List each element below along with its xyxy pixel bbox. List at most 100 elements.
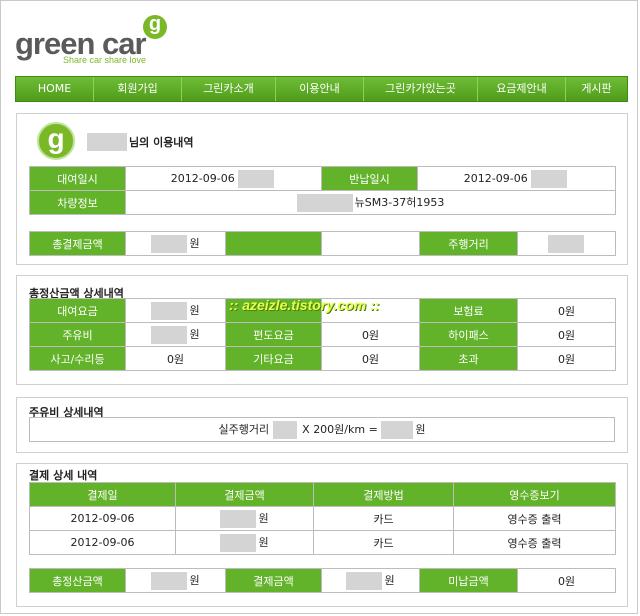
masked-car-model — [296, 193, 353, 212]
nav-signup[interactable]: 회원가입 — [94, 77, 182, 101]
distance-label: 주행거리 — [419, 231, 518, 256]
nav-board[interactable]: 게시판 — [566, 77, 627, 101]
col-header-date: 결제일 — [29, 482, 176, 507]
page-frame: green car g Share car share love HOME 회원… — [0, 0, 638, 614]
hipass-value: 0원 — [517, 322, 616, 347]
settlement-section: 총정산금액 상세내역 대여요금 원 보험료 0원 주유비 원 편도요금 0원 하… — [16, 275, 628, 385]
nav-about[interactable]: 그린카소개 — [182, 77, 276, 101]
fuel-fee-value: 원 — [189, 327, 200, 341]
fuel-unit: 원 — [415, 422, 426, 436]
accident-repair-value: 0원 — [125, 346, 226, 371]
distance-cell — [517, 231, 616, 256]
payment-amount-cell: 원 — [175, 506, 314, 531]
receipt-print-link[interactable]: 영수증 출력 — [453, 506, 616, 531]
total-payment-unit: 원 — [189, 236, 200, 250]
rent-date-label: 대여일시 — [29, 166, 126, 191]
blank-cell — [321, 231, 420, 256]
other-fee-value: 0원 — [321, 346, 420, 371]
settle-total-label: 총정산금액 — [29, 568, 126, 593]
rent-date-value: 2012-09-06 — [170, 171, 235, 185]
paid-amount-label: 결제금액 — [225, 568, 322, 593]
hipass-label: 하이패스 — [419, 322, 518, 347]
excess-label: 초과 — [419, 346, 518, 371]
fuel-fee-cell: 원 — [125, 322, 226, 347]
rental-fee-value: 원 — [189, 303, 200, 317]
masked-payment-amount — [220, 509, 257, 528]
payment-amount-unit: 원 — [258, 511, 269, 525]
fuel-formula-cell: 실주행거리 X 200원/km = 원 — [29, 417, 615, 442]
payment-amount-cell: 원 — [175, 530, 314, 555]
total-payment-label: 총결제금액 — [29, 231, 126, 256]
usage-table: 대여일시 2012-09-06 반납일시 2012-09-06 차량정보 뉴SM… — [29, 166, 616, 215]
rental-fee-cell: 원 — [125, 298, 226, 323]
return-date-cell: 2012-09-06 — [417, 166, 616, 191]
payment-table: 결제일 결제금액 결제방법 영수증보기 2012-09-06 원 카드 영수증 … — [29, 482, 616, 555]
blank-green-cell — [225, 231, 322, 256]
greencar-logo[interactable]: green car g Share car share love — [15, 14, 175, 65]
return-date-value: 2012-09-06 — [463, 171, 528, 185]
car-info-label: 차량정보 — [29, 190, 126, 215]
fuel-table: 실주행거리 X 200원/km = 원 — [29, 417, 615, 442]
usage-title-text: 님의 이용내역 — [129, 136, 194, 149]
fuel-distance-label: 실주행거리 — [218, 422, 270, 436]
col-header-amount: 결제금액 — [175, 482, 314, 507]
nav-locations[interactable]: 그린카가있는곳 — [364, 77, 478, 101]
fuel-fee-label: 주유비 — [29, 322, 126, 347]
payment-title: 결제 상세 내역 — [29, 469, 98, 482]
payment-amount-unit: 원 — [258, 535, 269, 549]
insurance-value: 0원 — [517, 298, 616, 323]
usage-total-table: 총결제금액 원 주행거리 — [29, 231, 616, 256]
masked-rental-fee — [151, 301, 188, 320]
car-info-cell: 뉴SM3-37허1953 — [125, 190, 616, 215]
masked-return-time — [531, 169, 568, 188]
nav-home[interactable]: HOME — [16, 77, 94, 101]
table-row: 2012-09-06 원 카드 영수증 출력 — [29, 530, 616, 555]
logo-tagline: Share car share love — [63, 55, 147, 65]
usage-section: g 님의 이용내역 대여일시 2012-09-06 반납일시 2012-09-0… — [16, 113, 628, 265]
oneway-fee-label: 편도요금 — [225, 322, 322, 347]
col-header-method: 결제방법 — [313, 482, 454, 507]
logo-g-icon: g — [143, 14, 167, 39]
car-info-value: 뉴SM3-37허1953 — [354, 195, 445, 209]
other-fee-label: 기타요금 — [225, 346, 322, 371]
paid-amount-cell: 원 — [321, 568, 420, 593]
col-header-receipt: 영수증보기 — [453, 482, 616, 507]
masked-payment-amount — [220, 533, 257, 552]
rental-fee-label: 대여요금 — [29, 298, 126, 323]
accident-repair-label: 사고/수리등 — [29, 346, 126, 371]
excess-value: 0원 — [517, 346, 616, 371]
masked-distance — [547, 234, 584, 253]
blog-watermark: :: azeizle.tistory.com :: — [229, 297, 380, 313]
masked-username — [87, 133, 127, 151]
receipt-print-link[interactable]: 영수증 출력 — [453, 530, 616, 555]
payment-date: 2012-09-06 — [29, 506, 176, 531]
masked-fuel-total — [381, 420, 414, 439]
masked-fuel-distance — [272, 420, 297, 439]
settle-total-unit: 원 — [189, 573, 200, 587]
oneway-fee-value: 0원 — [321, 322, 420, 347]
table-row: 2012-09-06 원 카드 영수증 출력 — [29, 506, 616, 531]
fuel-section: 주유비 상세내역 실주행거리 X 200원/km = 원 — [16, 397, 628, 453]
masked-settle-total — [151, 571, 188, 590]
unpaid-amount-label: 미납금액 — [419, 568, 518, 593]
payment-section: 결제 상세 내역 결제일 결제금액 결제방법 영수증보기 2012-09-06 … — [16, 463, 628, 607]
settle-total-cell: 원 — [125, 568, 226, 593]
greencar-g-icon: g — [37, 122, 75, 160]
unpaid-amount-value: 0원 — [517, 568, 616, 593]
main-nav: HOME 회원가입 그린카소개 이용안내 그린카가있는곳 요금제안내 게시판 — [15, 76, 628, 102]
masked-total-amount — [151, 234, 188, 253]
paid-amount-unit: 원 — [384, 573, 395, 587]
masked-fuel-fee — [151, 325, 188, 344]
insurance-label: 보험료 — [419, 298, 518, 323]
payment-summary-table: 총정산금액 원 결제금액 원 미납금액 0원 — [29, 568, 616, 593]
payment-date: 2012-09-06 — [29, 530, 176, 555]
payment-method: 카드 — [313, 506, 454, 531]
nav-guide[interactable]: 이용안내 — [276, 77, 364, 101]
total-payment-cell: 원 — [125, 231, 226, 256]
return-date-label: 반납일시 — [321, 166, 418, 191]
masked-paid-amount — [346, 571, 383, 590]
nav-pricing[interactable]: 요금제안내 — [478, 77, 566, 101]
payment-method: 카드 — [313, 530, 454, 555]
rent-date-cell: 2012-09-06 — [125, 166, 322, 191]
fuel-rate-text: X 200원/km = — [302, 422, 378, 436]
